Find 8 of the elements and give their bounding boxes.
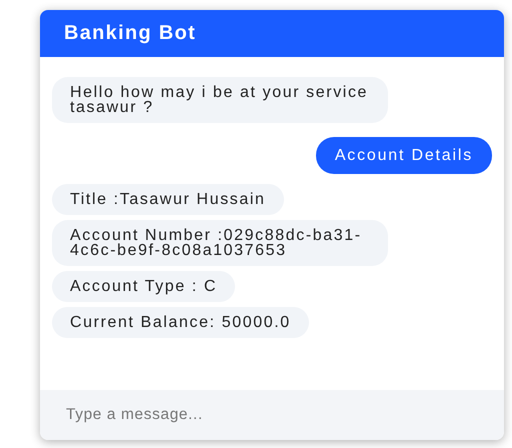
user-message: Account Details — [316, 137, 492, 174]
bot-message: Account Number :029c88dc-ba31-4c6c-be9f-8c08a1037653 — [52, 220, 388, 266]
bot-message: Current Balance: 50000.0 — [52, 307, 309, 338]
window-title: Banking Bot — [64, 22, 196, 45]
message-input[interactable]: Type a message... — [40, 390, 504, 440]
bot-message: Hello how may i be at your service tasawur ? — [52, 77, 388, 123]
bot-message: Account Type : C — [52, 271, 236, 302]
bot-message: Title :Tasawur Hussain — [52, 184, 284, 215]
